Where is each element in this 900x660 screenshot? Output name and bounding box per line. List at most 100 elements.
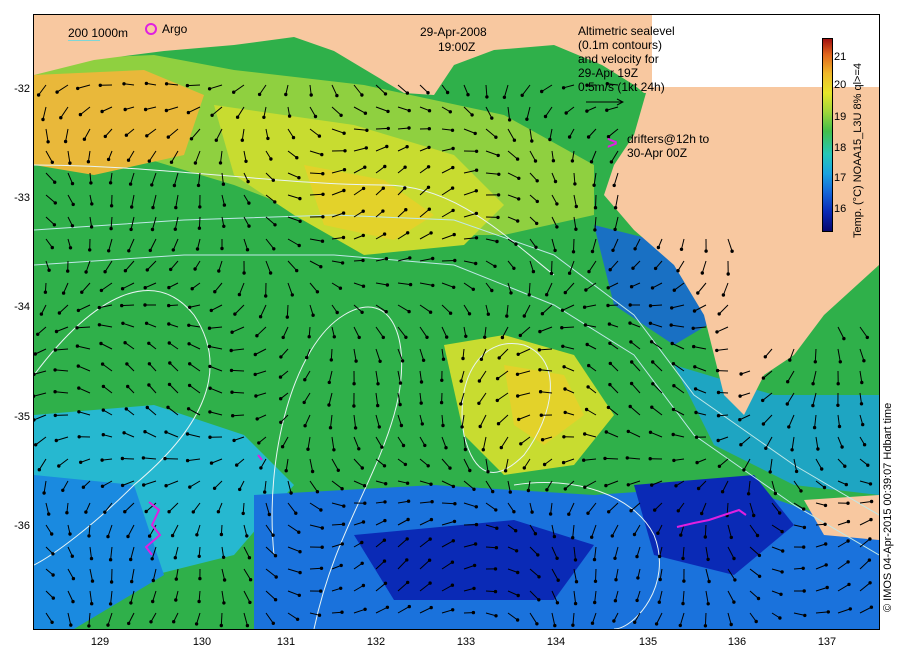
velocity-arrow-head: [342, 131, 346, 135]
velocity-arrow-head: [188, 362, 192, 366]
velocity-arrow-head: [123, 341, 127, 345]
velocity-arrow-head: [824, 542, 828, 546]
velocity-arrow-head: [586, 135, 591, 139]
velocity-arrow-head: [207, 326, 212, 330]
velocity-arrow-head: [629, 340, 633, 344]
velocity-arrow-head: [342, 188, 346, 193]
velocity-arrow-head: [272, 247, 276, 251]
velocity-arrow-head: [843, 464, 847, 468]
velocity-arrow-head: [341, 235, 346, 240]
velocity-arrow-head: [319, 265, 323, 269]
velocity-arrow-head: [230, 330, 234, 334]
velocity-arrow-head: [53, 368, 57, 372]
velocity-arrow-head: [761, 422, 766, 426]
velocity-arrow-head: [451, 608, 455, 612]
velocity-arrow-head: [220, 246, 224, 251]
argo-legend-label: Argo: [162, 22, 188, 36]
velocity-arrow-head: [803, 613, 807, 618]
velocity-arrow-head: [229, 348, 233, 353]
velocity-arrow-head: [846, 519, 851, 524]
velocity-arrow-head: [403, 186, 407, 190]
velocity-arrow-head: [338, 286, 343, 290]
velocity-arrow-head: [555, 202, 559, 206]
velocity-arrow-head: [408, 282, 413, 287]
velocity-arrow-head: [197, 599, 201, 604]
velocity-arrow-head: [428, 310, 433, 314]
velocity-arrow-head: [658, 577, 662, 582]
velocity-arrow-head: [587, 363, 591, 368]
velocity-arrow-head: [589, 160, 594, 164]
velocity-arrow-head: [400, 359, 405, 363]
velocity-arrow-head: [768, 470, 772, 474]
velocity-arrow-head: [811, 403, 815, 408]
velocity-arrow-head: [585, 342, 589, 347]
velocity-arrow-head: [459, 379, 463, 383]
velocity-arrow-head: [222, 224, 226, 229]
velocity-arrow-head: [859, 402, 864, 406]
velocity-arrow-head: [706, 602, 710, 606]
velocity-arrow-head: [76, 86, 80, 91]
velocity-arrow-head: [625, 456, 629, 460]
velocity-arrow-head: [707, 579, 711, 584]
velocity-arrow-head: [503, 469, 508, 473]
velocity-arrow-head: [271, 533, 275, 537]
velocity-arrow-head: [361, 209, 365, 213]
velocity-arrow-head: [648, 304, 653, 308]
velocity-arrow-head: [474, 211, 479, 216]
velocity-arrow-head: [57, 311, 62, 315]
velocity-arrow-head: [406, 517, 410, 522]
velocity-arrow-head: [635, 598, 639, 603]
velocity-arrow-head: [352, 404, 356, 408]
velocity-arrow-head: [36, 332, 40, 336]
velocity-arrow-head: [51, 596, 55, 600]
velocity-arrow-head: [210, 113, 214, 118]
velocity-arrow-head: [548, 137, 552, 142]
velocity-arrow-head: [361, 583, 366, 588]
velocity-arrow-head: [838, 360, 842, 364]
velocity-arrow-head: [693, 387, 698, 391]
velocity-arrow-head: [363, 165, 367, 169]
velocity-arrow-head: [613, 599, 618, 603]
velocity-arrow-head: [319, 589, 323, 593]
velocity-arrow: [441, 260, 455, 262]
velocity-arrow-head: [193, 161, 198, 165]
velocity-arrow: [551, 260, 553, 274]
velocity-arrow-head: [108, 181, 113, 185]
velocity-arrow-head: [329, 358, 333, 362]
velocity-arrow-head: [384, 257, 389, 261]
velocity-arrow-head: [51, 552, 55, 556]
velocity-arrow-head: [452, 232, 456, 237]
velocity-arrow-head: [335, 93, 339, 98]
velocity-arrow-head: [522, 314, 526, 318]
velocity-arrow-head: [681, 556, 685, 561]
velocity-arrow-head: [733, 578, 737, 582]
velocity-arrow-head: [493, 567, 498, 571]
velocity-arrow: [309, 172, 323, 175]
velocity-arrow-head: [172, 183, 177, 188]
velocity-arrow-head: [593, 579, 598, 583]
velocity-arrow-head: [494, 546, 499, 550]
velocity-arrow-head: [37, 468, 42, 472]
velocity-arrow-head: [143, 107, 148, 112]
velocity-arrow-head: [208, 435, 212, 439]
velocity-arrow-head: [69, 623, 73, 627]
velocity-arrow-head: [214, 138, 219, 142]
velocity-arrow-head: [585, 109, 589, 113]
velocity-arrow-head: [650, 483, 654, 487]
velocity-arrow-head: [614, 578, 618, 582]
velocity-arrow-head: [84, 270, 88, 274]
velocity-arrow-head: [533, 159, 538, 163]
velocity-arrow: [309, 193, 324, 196]
velocity-arrow-head: [189, 137, 194, 141]
velocity-arrow-head: [495, 526, 499, 530]
velocity-arrow-head: [428, 537, 432, 541]
velocity-arrow-head: [607, 510, 611, 514]
velocity-arrow-head: [71, 202, 75, 207]
velocity-arrow-head: [231, 414, 235, 418]
velocity-arrow-head: [259, 466, 263, 470]
velocity-arrow-head: [571, 623, 575, 627]
velocity-arrow-head: [230, 390, 234, 394]
velocity-arrow-head: [386, 109, 390, 114]
velocity-arrow-head: [628, 303, 632, 307]
velocity-arrow-head: [269, 157, 273, 161]
